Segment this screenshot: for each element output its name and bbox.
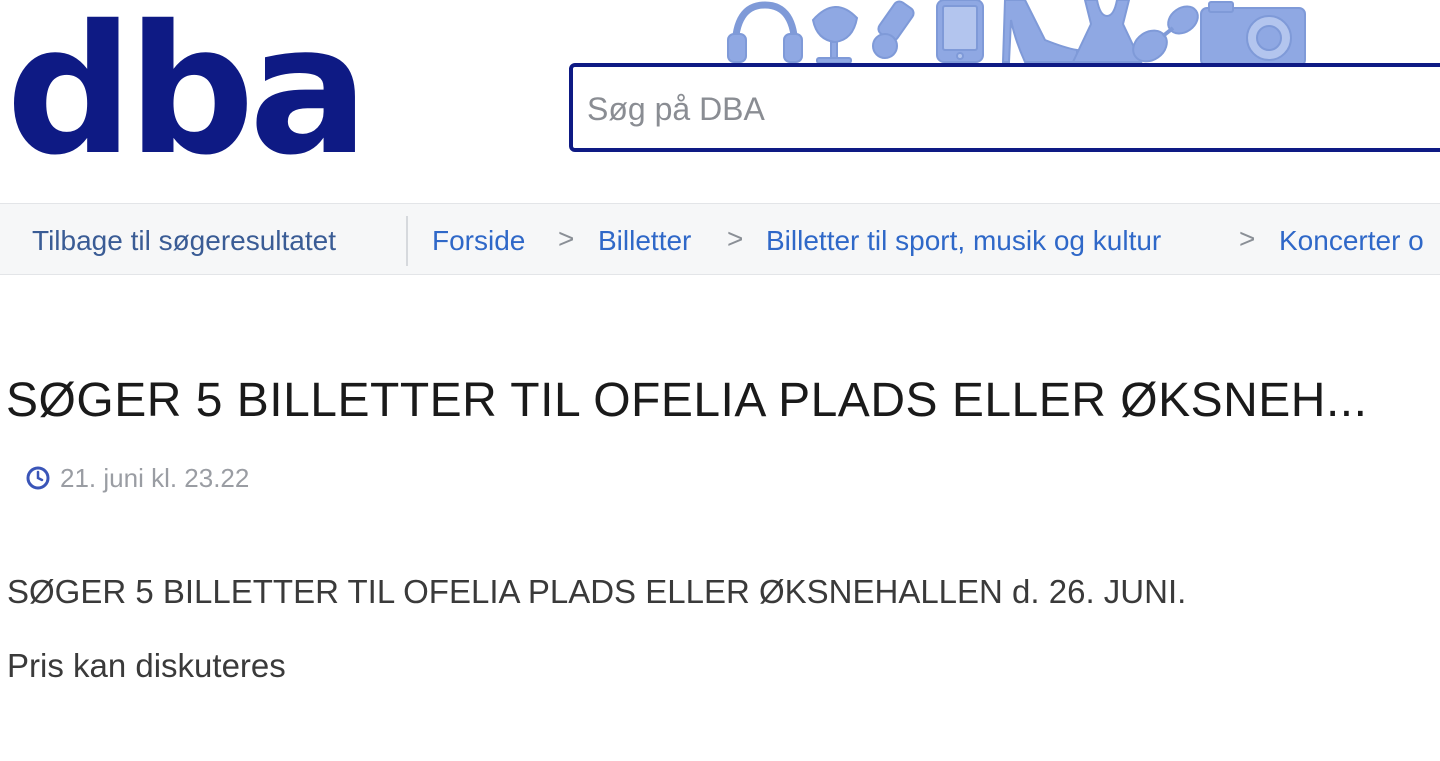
breadcrumb-item-billetter[interactable]: Billetter: [598, 224, 691, 258]
page: dba Søg på DBA Tilbage til søgeresultate…: [0, 0, 1440, 761]
clock-icon: [26, 466, 50, 490]
camera-icon: [1200, 1, 1306, 64]
breadcrumb-item-koncerter[interactable]: Koncerter o: [1279, 224, 1424, 258]
breadcrumb-item-forside[interactable]: Forside: [432, 224, 525, 258]
ad-description-line: SØGER 5 BILLETTER TIL OFELIA PLADS ELLER…: [7, 573, 1187, 610]
breadcrumb-separator: >: [1239, 223, 1256, 254]
ad-description-line: Pris kan diskuteres: [7, 647, 286, 684]
dba-logo[interactable]: dba: [6, 2, 363, 162]
back-to-results-link[interactable]: Tilbage til søgeresultatet: [32, 224, 336, 258]
search-input[interactable]: [585, 85, 1429, 133]
breadcrumb-item-sport-musik-kultur[interactable]: Billetter til sport, musik og kultur: [766, 224, 1161, 258]
phone-icon: [936, 0, 984, 63]
category-illustration: [727, 0, 1306, 64]
breadcrumb-divider: [406, 216, 408, 266]
chair-icon: [811, 6, 859, 64]
dress-icon: [1071, 0, 1143, 63]
shoe-icon: [1001, 0, 1078, 63]
sunglasses-icon: [1132, 5, 1199, 63]
breadcrumb-separator: >: [727, 223, 744, 254]
breadcrumb-separator: >: [558, 223, 575, 254]
headphones-icon: [727, 1, 803, 63]
ad-meta: 21. juni kl. 23.22: [26, 461, 249, 495]
search-box[interactable]: [569, 63, 1440, 152]
watch-icon: [872, 0, 915, 59]
ad-date: 21. juni kl. 23.22: [60, 463, 250, 493]
header: dba: [0, 0, 1440, 200]
ad-title: SØGER 5 BILLETTER TIL OFELIA PLADS ELLER…: [6, 374, 1368, 427]
breadcrumb-bar: Tilbage til søgeresultatet Forside > Bil…: [0, 203, 1440, 275]
